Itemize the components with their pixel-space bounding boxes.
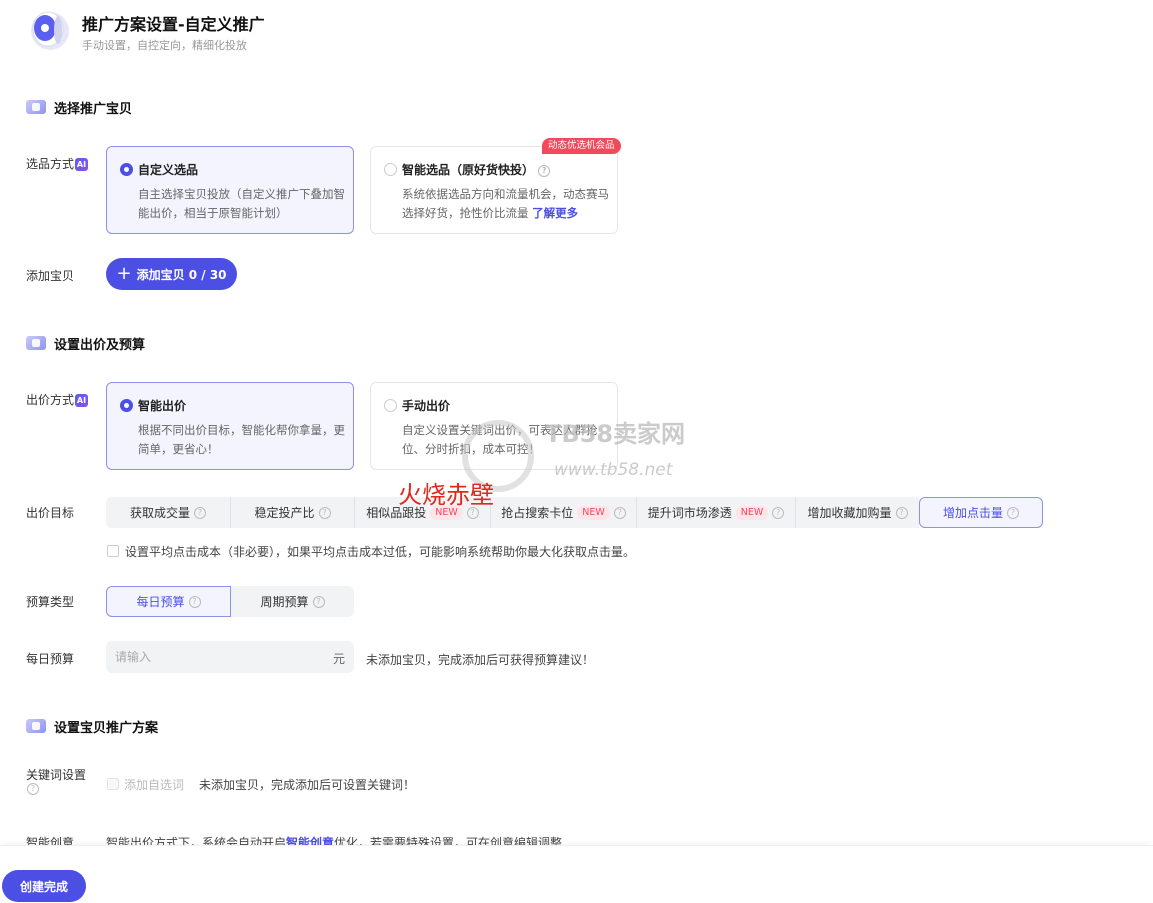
help-icon[interactable]: ? [613,506,626,519]
budget-type-period[interactable]: 周期预算? [231,586,354,617]
target-search-rank[interactable]: 抢占搜索卡位 NEW? [491,497,637,528]
creative-row-partial: 智能创意 智能出价方式下，系统会自动开启智能创意优化，若需要特殊设置，可在创意编… [0,832,1153,845]
radio-button[interactable] [120,399,133,412]
daily-budget-field[interactable]: 元 [106,641,354,673]
help-icon[interactable]: ? [895,506,908,519]
option-desc: 根据不同出价目标，智能化帮你拿量，更简单，更省心！ [138,423,345,456]
help-icon[interactable]: ? [538,165,551,177]
selection-method-label: 选品方式 AI [26,157,89,171]
custom-keyword-label: 添加自选词 [124,778,185,792]
section-icon [26,719,46,733]
smart-creative-label: 智能创意 [26,836,75,845]
option-desc: 系统依据选品方向和流量机会，动态赛马选择好货，抢性价比流量 了解更多 [402,187,609,220]
learn-more-link[interactable]: 了解更多 [532,206,578,220]
budget-hint: 未添加宝贝，完成添加后可获得预算建议！ [366,653,595,667]
create-complete-button[interactable]: 创建完成 [2,870,86,902]
option-desc: 自主选择宝贝投放（自定义推广下叠加智能出价，相当于原智能计划） [138,187,345,220]
option-smart-bid[interactable]: 智能出价 根据不同出价目标，智能化帮你拿量，更简单，更省心！ [106,382,354,470]
target-market-penetration[interactable]: 提升词市场渗透 NEW? [637,497,796,528]
new-badge: NEW [430,505,463,520]
currency-unit: 元 [332,652,345,666]
bid-target-label: 出价目标 [26,506,75,520]
option-custom-selection[interactable]: 自定义选品 自主选择宝贝投放（自定义推广下叠加智能出价，相当于原智能计划） [106,146,354,234]
budget-type-label: 预算类型 [26,595,75,609]
bottom-action-bar [0,845,1153,903]
add-product-label: 添加宝贝 [26,269,75,283]
plus-icon: + [116,263,132,284]
smart-creative-hint: 智能出价方式下，系统会自动开启智能创意优化，若需要特殊设置，可在创意编辑调整 [106,834,562,845]
option-smart-selection[interactable]: 智能选品（原好货快投） ? 系统依据选品方向和流量机会，动态赛马选择好货，抢性价… [370,146,618,234]
help-icon[interactable]: ? [772,506,785,519]
daily-budget-input[interactable] [106,641,316,673]
radio-button[interactable] [384,163,397,176]
ai-badge: AI [75,394,89,407]
ai-badge: AI [75,158,89,171]
new-badge: NEW [735,505,769,520]
section-title-product: 选择推广宝贝 [54,102,133,117]
target-similar-follow[interactable]: 相似品跟投 NEW? [355,497,491,528]
help-icon[interactable]: ? [312,595,325,608]
keyword-hint: 未添加宝贝，完成添加后可设置关键词！ [199,778,416,792]
page-subtitle: 手动设置，自控定向，精细化投放 [82,39,247,52]
target-clicks[interactable]: 增加点击量? [919,497,1043,528]
target-stable-roi[interactable]: 稳定投产比? [231,497,355,528]
section-title-plan: 设置宝贝推广方案 [54,721,159,736]
daily-budget-label: 每日预算 [26,652,75,666]
option-desc: 自定义设置关键词出价，可表达人群抢位、分时折扣，成本可控！ [402,423,598,456]
new-badge: NEW [577,505,610,520]
section-title-bid: 设置出价及预算 [54,338,146,353]
help-icon[interactable]: ? [1007,506,1019,519]
section-icon [26,100,46,114]
page-title: 推广方案设置-自定义推广 [82,15,265,34]
option-title: 智能选品（原好货快投） ? [402,161,551,178]
section-icon [26,336,46,350]
help-icon[interactable]: ? [318,506,331,519]
keyword-settings-label: 关键词设置 [26,768,87,782]
add-product-button[interactable]: + 添加宝贝 0 / 30 [106,258,237,290]
target-get-orders[interactable]: 获取成交量? [106,497,231,528]
help-icon[interactable]: ? [188,595,201,608]
cpc-checkbox-label: 设置平均点击成本（非必要），如果平均点击成本过低，可能影响系统帮助你最大化获取点… [125,545,636,559]
cpc-checkbox[interactable] [107,545,119,557]
help-icon[interactable]: ? [466,506,479,519]
radio-button[interactable] [120,163,133,176]
target-favorites-cart[interactable]: 增加收藏加购量? [796,497,919,528]
help-icon[interactable]: ? [194,506,206,519]
custom-keyword-checkbox[interactable] [107,778,119,790]
budget-type-daily[interactable]: 每日预算? [106,586,231,617]
app-logo-icon [28,6,72,52]
radio-button[interactable] [384,399,397,412]
promo-tag: 动态优选机会品 [542,138,621,154]
bid-method-label: 出价方式 AI [26,393,89,407]
option-title: 自定义选品 [138,163,199,177]
smart-creative-link[interactable]: 智能创意 [286,836,334,845]
option-title: 手动出价 [402,399,451,413]
help-icon[interactable]: ? [27,783,39,795]
option-manual-bid[interactable]: 手动出价 自定义设置关键词出价，可表达人群抢位、分时折扣，成本可控！ [370,382,618,470]
option-title: 智能出价 [138,399,187,413]
